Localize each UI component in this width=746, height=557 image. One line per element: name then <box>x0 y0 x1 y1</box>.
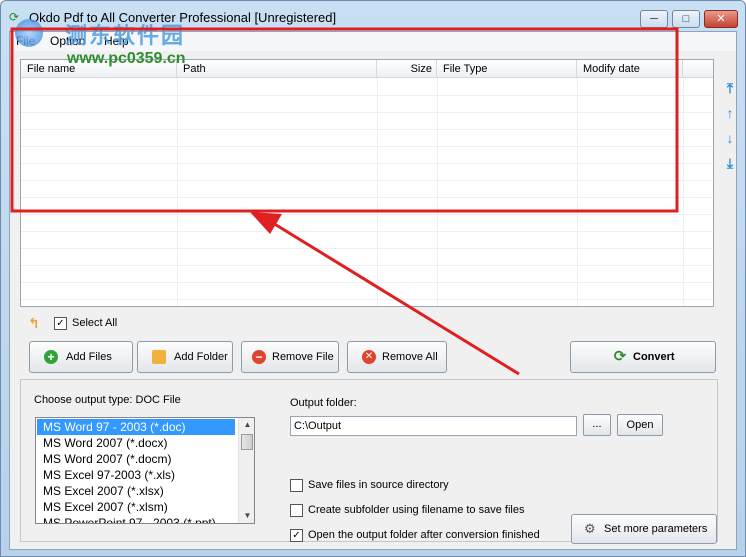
client-area: File Option Help File name Path Size Fil… <box>9 31 737 550</box>
grid-line <box>21 112 713 113</box>
select-all-checkbox[interactable]: ✓ <box>54 317 67 330</box>
output-folder-input[interactable]: C:\Output <box>290 416 577 436</box>
grid-line <box>21 214 713 215</box>
grid-line <box>21 231 713 232</box>
browse-button[interactable]: ... <box>583 414 611 436</box>
scroll-down-icon[interactable]: ▼ <box>239 509 254 523</box>
select-all-label[interactable]: Select All <box>72 317 117 329</box>
grid-line <box>21 146 713 147</box>
grid-column-line <box>377 78 378 306</box>
move-bottom-icon[interactable]: ⤓ <box>722 154 738 172</box>
output-type-list[interactable]: MS Word 97 - 2003 (*.doc) MS Word 2007 (*… <box>35 417 255 524</box>
column-file-type[interactable]: File Type <box>437 60 577 78</box>
grid-line <box>21 299 713 300</box>
grid-column-line <box>577 78 578 306</box>
convert-label: Convert <box>633 351 675 363</box>
app-window: ⟳ Okdo Pdf to All Converter Professional… <box>0 0 746 557</box>
remove-file-label: Remove File <box>272 351 334 363</box>
grid-line <box>21 248 713 249</box>
option-create-subfolder[interactable]: Create subfolder using filename to save … <box>290 504 590 518</box>
column-path[interactable]: Path <box>177 60 377 78</box>
maximize-button[interactable]: □ <box>672 10 700 28</box>
remove-all-button[interactable]: ✕ Remove All <box>347 341 447 373</box>
move-top-icon[interactable]: ⤒ <box>722 79 738 97</box>
plus-icon: + <box>44 350 58 364</box>
up-folder-icon[interactable]: ↰ <box>28 315 46 331</box>
output-type-label: Choose output type: DOC File <box>34 394 181 406</box>
move-up-icon[interactable]: ↑ <box>722 104 738 122</box>
grid-line <box>21 265 713 266</box>
grid-line <box>21 95 713 96</box>
add-folder-label: Add Folder <box>174 351 228 363</box>
scroll-up-icon[interactable]: ▲ <box>239 418 254 432</box>
watermark-logo <box>15 19 43 47</box>
watermark-cn: 测东软件园 <box>65 23 186 48</box>
output-type-item[interactable]: MS Word 2007 (*.docx) <box>37 435 235 451</box>
convert-icon: ⟳ <box>613 348 627 365</box>
close-button[interactable]: ✕ <box>704 10 738 28</box>
open-output-folder-label[interactable]: Open the output folder after conversion … <box>308 529 540 541</box>
scroll-thumb[interactable] <box>241 434 253 450</box>
column-size[interactable]: Size <box>377 60 437 78</box>
watermark-url: www.pc0359.cn <box>67 50 186 67</box>
save-in-source-checkbox[interactable] <box>290 479 303 492</box>
output-type-item[interactable]: MS Excel 97-2003 (*.xls) <box>37 467 235 483</box>
option-open-output-folder[interactable]: ✓ Open the output folder after conversio… <box>290 529 590 543</box>
create-subfolder-label[interactable]: Create subfolder using filename to save … <box>308 504 524 516</box>
output-panel: Choose output type: DOC File MS Word 97 … <box>20 379 718 544</box>
add-folder-button[interactable]: Add Folder <box>137 341 233 373</box>
move-down-icon[interactable]: ↓ <box>722 129 738 147</box>
select-all-row: ↰ ✓ Select All <box>28 315 228 333</box>
grid-line <box>21 282 713 283</box>
grid-line <box>21 129 713 130</box>
remove-all-label: Remove All <box>382 351 438 363</box>
grid-line <box>21 197 713 198</box>
option-save-in-source[interactable]: Save files in source directory <box>290 479 590 493</box>
open-output-folder-checkbox[interactable]: ✓ <box>290 529 303 542</box>
gear-icon: ⚙ <box>584 521 596 536</box>
remove-file-button[interactable]: − Remove File <box>241 341 339 373</box>
grid-column-line <box>683 78 684 306</box>
save-in-source-label[interactable]: Save files in source directory <box>308 479 449 491</box>
output-type-item[interactable]: MS Word 97 - 2003 (*.doc) <box>37 419 235 435</box>
file-list[interactable]: File name Path Size File Type Modify dat… <box>20 59 714 307</box>
scrollbar[interactable]: ▲ ▼ <box>238 418 254 523</box>
grid-line <box>21 180 713 181</box>
remove-all-icon: ✕ <box>362 350 376 364</box>
create-subfolder-checkbox[interactable] <box>290 504 303 517</box>
grid-column-line <box>437 78 438 306</box>
set-more-parameters-label: Set more parameters <box>604 523 708 535</box>
output-folder-label: Output folder: <box>290 397 357 409</box>
add-files-button[interactable]: + Add Files <box>29 341 133 373</box>
convert-button[interactable]: ⟳ Convert <box>570 341 716 373</box>
folder-icon <box>152 350 166 364</box>
output-type-item[interactable]: MS Excel 2007 (*.xlsm) <box>37 499 235 515</box>
column-modify-date[interactable]: Modify date <box>577 60 683 78</box>
output-type-item[interactable]: MS Excel 2007 (*.xlsx) <box>37 483 235 499</box>
grid-column-line <box>177 78 178 306</box>
minus-icon: − <box>252 350 266 364</box>
output-type-item[interactable]: MS Word 2007 (*.docm) <box>37 451 235 467</box>
add-files-label: Add Files <box>66 351 112 363</box>
set-more-parameters-button[interactable]: ⚙ Set more parameters <box>571 514 717 544</box>
output-type-item[interactable]: MS PowerPoint 97 - 2003 (*.ppt) <box>37 515 235 523</box>
grid-line <box>21 163 713 164</box>
minimize-button[interactable]: ─ <box>640 10 668 28</box>
open-button[interactable]: Open <box>617 414 663 436</box>
